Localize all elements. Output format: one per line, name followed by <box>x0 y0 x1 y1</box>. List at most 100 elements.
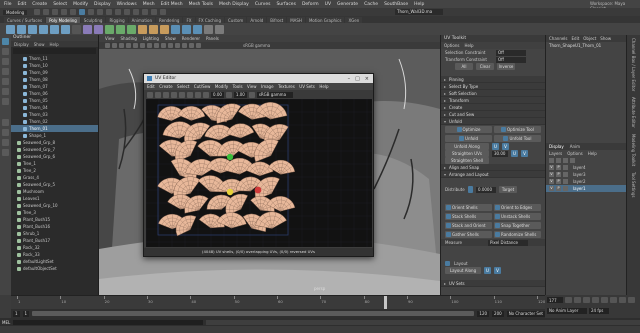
step-forward-key-icon[interactable] <box>619 297 626 303</box>
multi-cut-icon[interactable] <box>171 24 180 34</box>
outliner-menu-show[interactable]: Show <box>34 42 45 47</box>
section-align-snap[interactable]: ▸ Align and Snap <box>441 164 545 171</box>
display-type-toggle[interactable] <box>563 179 568 184</box>
measure-dropdown[interactable]: Pixel Distance <box>488 239 528 246</box>
layers-options-menu[interactable]: Options <box>567 151 582 156</box>
display-type-toggle[interactable] <box>563 186 568 191</box>
layers-menu[interactable]: Layers <box>549 151 562 156</box>
layer-row[interactable]: V Player1 <box>546 185 627 192</box>
outliner-item[interactable]: Seaweed_Grp_5 <box>11 181 98 188</box>
menu-edit-mesh[interactable]: Edit Mesh <box>161 2 183 7</box>
close-icon[interactable]: × <box>365 76 369 82</box>
fill-hole-icon[interactable] <box>160 24 169 34</box>
outliner-search-input[interactable] <box>13 48 96 54</box>
unfold-along-button[interactable]: Unfold Along <box>445 143 489 150</box>
outliner-item[interactable]: Thorn_07 <box>11 83 98 90</box>
lights-icon[interactable] <box>175 43 180 48</box>
outliner-item[interactable]: Grass_4 <box>11 174 98 181</box>
unfold-button[interactable]: Unfold <box>445 135 492 142</box>
uv-select-icon[interactable] <box>147 91 153 98</box>
image-plane-icon[interactable] <box>126 43 131 48</box>
scale-tool-icon[interactable] <box>2 88 9 95</box>
playhead[interactable] <box>384 296 387 309</box>
range-start-field[interactable]: 1 <box>22 310 30 317</box>
uv-menu-modify[interactable]: Modify <box>215 84 228 89</box>
outliner-menu-help[interactable]: Help <box>50 42 59 47</box>
outliner-item[interactable]: Plant_Bush16 <box>11 223 98 230</box>
bridge-icon[interactable] <box>138 24 147 34</box>
texture-icon[interactable] <box>179 91 185 98</box>
tk-menu-options[interactable]: Options <box>444 43 459 48</box>
select-by-component-icon[interactable] <box>97 9 104 15</box>
outliner-item[interactable]: Rock_32 <box>11 244 98 251</box>
outliner-item[interactable]: Seaweed_Grp_6 <box>11 153 98 160</box>
menu-deform[interactable]: Deform <box>302 2 319 7</box>
layout-v-button[interactable]: V <box>494 267 501 274</box>
cone-icon[interactable] <box>39 24 48 34</box>
torus-icon[interactable] <box>50 24 59 34</box>
combine-icon[interactable] <box>83 24 92 34</box>
isolate-select-icon[interactable] <box>189 43 194 48</box>
channel-menu-edit[interactable]: Edit <box>572 36 580 41</box>
outliner-item[interactable]: Plant_Bush17 <box>11 237 98 244</box>
section-select-by-type[interactable]: ▸ Select By Type <box>441 83 545 90</box>
cylinder-icon[interactable] <box>28 24 37 34</box>
single-view-layout-icon[interactable] <box>2 119 9 126</box>
move-layer-up-icon[interactable] <box>549 158 554 163</box>
distribute-field[interactable]: 0.0000 <box>476 186 496 193</box>
outliner-item[interactable]: Rock_33 <box>11 251 98 258</box>
uv-gamma-field[interactable]: 1.00 <box>233 91 247 98</box>
paint-select-icon[interactable] <box>2 58 9 65</box>
ipr-render-icon[interactable] <box>151 9 158 15</box>
menu-curves[interactable]: Curves <box>255 2 271 7</box>
uv-exposure-field[interactable]: 0.00 <box>211 91 224 98</box>
uv-editor-window[interactable]: UV Editor – □ × Edit Create Select Cut/Sew M… <box>143 73 374 257</box>
arrange-unstack-shells-button[interactable]: Unstack Shells <box>494 213 541 220</box>
outliner-item[interactable]: Thorn_01 <box>11 125 98 132</box>
four-view-layout-icon[interactable] <box>2 129 9 136</box>
uv-colorspace[interactable]: sRGB gamma <box>256 91 293 98</box>
uv-menu-select[interactable]: Select <box>177 84 189 89</box>
snap-point-icon[interactable] <box>124 9 131 15</box>
pivot-all-button[interactable]: All <box>455 63 473 70</box>
selection-constraint-dropdown[interactable]: Off <box>496 49 526 56</box>
uv-editor-titlebar[interactable]: UV Editor – □ × <box>144 74 373 83</box>
menu-help[interactable]: Help <box>414 2 424 7</box>
side-tab-0[interactable]: Channel Box / Layer Editor <box>631 35 636 94</box>
menu-edit[interactable]: Edit <box>18 2 27 7</box>
viewport-menu-shading[interactable]: Shading <box>121 36 137 41</box>
menu-create[interactable]: Create <box>32 2 47 7</box>
menu-uv[interactable]: UV <box>325 2 331 7</box>
display-type-toggle[interactable] <box>563 172 568 177</box>
side-tab-2[interactable]: Modeling Toolkit <box>631 131 636 169</box>
start-frame-field[interactable]: 1 <box>13 310 20 317</box>
menu-generate[interactable]: Generate <box>337 2 358 7</box>
straighten-u-button[interactable]: U <box>511 150 518 157</box>
snap-surface-icon[interactable] <box>133 9 140 15</box>
move-tool-icon[interactable] <box>2 68 9 75</box>
camera-select-icon[interactable] <box>105 43 110 48</box>
outliner-item[interactable]: Thorn_10 <box>11 62 98 69</box>
uv-menu-create[interactable]: Create <box>159 84 172 89</box>
outliner-item[interactable]: defaultObjectSet <box>11 265 98 272</box>
transform-constraint-dropdown[interactable]: Off <box>496 56 526 63</box>
shadows-icon[interactable] <box>182 43 187 48</box>
section-arrange-layout[interactable]: ▾ Arrange and Layout <box>441 171 545 178</box>
cube-icon[interactable] <box>17 24 26 34</box>
append-icon[interactable] <box>149 24 158 34</box>
range-bar[interactable] <box>32 311 475 316</box>
playback-toggle[interactable]: P <box>556 186 561 191</box>
uv-menu-edit[interactable]: Edit <box>147 84 155 89</box>
layout-button[interactable]: Layout <box>454 261 468 266</box>
layers-help-menu[interactable]: Help <box>588 151 597 156</box>
arrange-orient-to-edges-button[interactable]: Orient to Edges <box>494 204 541 211</box>
open-scene-icon[interactable] <box>43 9 50 15</box>
layer-row[interactable]: V Player2 <box>546 178 627 185</box>
playback-toggle[interactable]: P <box>556 172 561 177</box>
menu-mesh[interactable]: Mesh <box>143 2 155 7</box>
select-tool-icon[interactable] <box>2 38 9 45</box>
menu-display[interactable]: Display <box>94 2 111 7</box>
tk-menu-help[interactable]: Help <box>464 43 473 48</box>
snap-grid-icon[interactable] <box>106 9 113 15</box>
section-unfold[interactable]: ▾ Unfold <box>441 118 545 125</box>
